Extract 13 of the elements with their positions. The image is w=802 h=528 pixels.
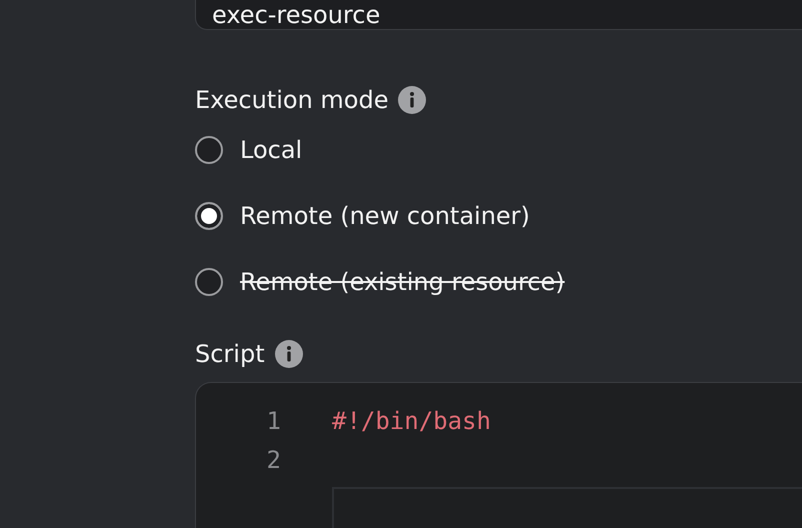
info-icon[interactable] xyxy=(274,340,303,368)
field-label: Script xyxy=(195,340,265,368)
option-label[interactable]: Local xyxy=(240,136,302,164)
line-number: 2 xyxy=(266,446,281,474)
code-line: #!/bin/bash xyxy=(332,406,491,434)
radio-button[interactable] xyxy=(195,136,223,164)
line-number: 1 xyxy=(266,406,281,434)
radio-button[interactable] xyxy=(195,202,223,230)
option-label[interactable]: Remote (new container) xyxy=(240,202,530,230)
code-editor[interactable]: 1 #!/bin/bash 2 xyxy=(195,382,802,528)
info-icon[interactable] xyxy=(398,86,426,114)
name-field[interactable]: exec-resource xyxy=(195,0,802,30)
field-label: Execution mode xyxy=(195,86,388,114)
